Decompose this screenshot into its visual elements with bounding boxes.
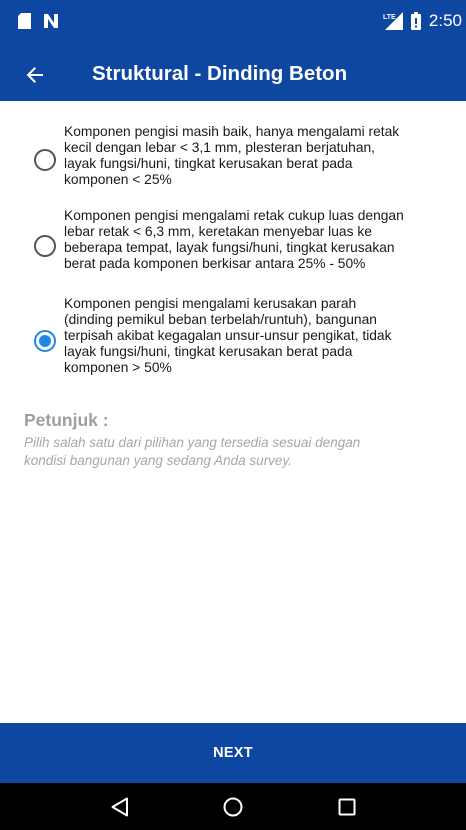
sd-card-icon [18,13,31,29]
option-1-line: kecil dengan lebar < 3,1 mm, plesteran b… [64,139,376,155]
option-3-line: terpisah akibat kegagalan unsur-unsur pe… [64,327,392,343]
back-button[interactable] [20,60,50,90]
status-bar: LTE 2:50 [0,0,466,48]
option-3-line: (dinding pemikul beban terbelah/runtuh),… [64,311,377,327]
option-3-line: layak fungsi/huni, tingkat kerusakan ber… [64,343,353,359]
status-left-icons [18,11,59,31]
option-2[interactable]: Komponen pengisi mengalami retak cukup l… [0,202,466,282]
arrow-back-icon [26,67,43,83]
option-3-line: Komponen pengisi mengalami kerusakan par… [64,296,357,311]
option-1-line: Komponen pengisi masih baik, hanya menga… [64,124,400,139]
option-2-line: beberapa tempat, layak fungsi/huni, ting… [64,239,395,255]
home-circle-icon [223,797,243,817]
option-1-line: komponen < 25% [64,171,172,187]
option-1-text: Komponen pengisi masih baik, hanya menga… [64,124,459,188]
option-2-text: Komponen pengisi mengalami retak cukup l… [64,208,459,272]
hint-line: kondisi bangunan yang sedang Anda survey… [24,452,292,468]
radio-button-option-3[interactable] [34,330,56,352]
option-1-line: layak fungsi/huni, tingkat kerusakan ber… [64,155,353,171]
next-button[interactable]: NEXT [0,723,466,783]
svg-text:LTE: LTE [383,14,396,21]
hint-title: Petunjuk : [24,410,109,430]
navigation-bar [0,783,466,830]
option-2-line: lebar retak < 6,3 mm, keretakan menyebar… [64,223,372,239]
option-2-line: Komponen pengisi mengalami retak cukup l… [64,208,404,223]
nav-home-button[interactable] [219,793,247,821]
lte-signal-icon: LTE [383,12,403,30]
option-3[interactable]: Komponen pengisi mengalami kerusakan par… [0,292,466,392]
app-bar: Struktural - Dinding Beton [0,48,466,101]
next-button-label: NEXT [213,745,253,761]
hint-text: Pilih salah satu dari pilihan yang terse… [24,434,454,469]
page-title: Struktural - Dinding Beton [92,62,348,85]
option-3-line: komponen > 50% [64,359,172,375]
hint-line: Pilih salah satu dari pilihan yang terse… [24,435,361,450]
status-time: 2:50 [428,11,462,30]
radio-button-option-2[interactable] [34,235,56,257]
radio-button-option-1[interactable] [34,149,56,171]
nav-back-button[interactable] [106,793,134,821]
back-triangle-icon [111,797,128,817]
option-2-line: berat pada komponen berkisar antara 25% … [64,255,366,271]
status-right-icons: LTE 2:50 [383,10,462,32]
nav-recents-button[interactable] [333,793,361,821]
battery-icon [410,12,421,30]
option-1[interactable]: Komponen pengisi masih baik, hanya menga… [0,118,466,192]
n-notification-icon [44,14,58,28]
recents-square-icon [338,798,356,816]
option-3-text: Komponen pengisi mengalami kerusakan par… [64,296,459,376]
